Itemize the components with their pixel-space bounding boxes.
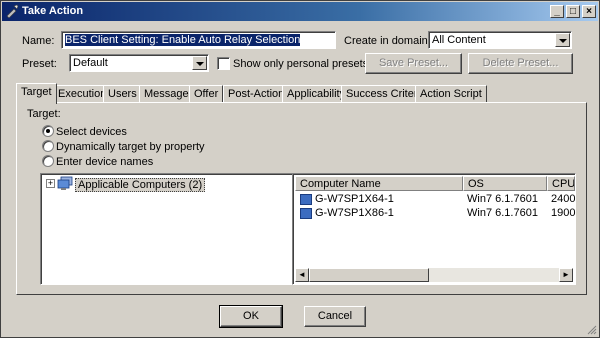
column-header-os[interactable]: OS <box>463 176 547 191</box>
target-panel: Target: Select devices Dynamically targe… <box>16 102 587 295</box>
scroll-left-button[interactable]: ◄ <box>295 268 309 282</box>
tab-users[interactable]: Users <box>103 85 142 103</box>
take-action-window: Take Action _ □ × Name: BES Client Setti… <box>0 0 600 338</box>
personal-presets-checkbox[interactable] <box>217 57 230 70</box>
computer-group-icon <box>57 176 73 190</box>
tab-applicability[interactable]: Applicability <box>282 85 351 103</box>
delete-preset-button[interactable]: Delete Preset... <box>468 53 573 74</box>
personal-presets-label: Show only personal presets <box>233 58 369 70</box>
tab-post-action[interactable]: Post-Action <box>223 85 290 103</box>
row-computer-name: G-W7SP1X86-1 <box>315 207 394 219</box>
tab-target[interactable]: Target <box>16 83 57 104</box>
name-value: BES Client Setting: Enable Auto Relay Se… <box>65 34 301 46</box>
computer-icon <box>300 194 312 205</box>
computer-list[interactable]: Computer Name OS CPU G-W7SP1X64-1 Win7 6… <box>292 173 576 285</box>
table-row[interactable]: G-W7SP1X64-1 Win7 6.1.7601 2400 <box>295 193 575 207</box>
resize-grip-icon[interactable] <box>587 325 597 335</box>
row-cpu: 1900 <box>551 207 576 219</box>
dropdown-arrow-icon[interactable] <box>555 33 570 47</box>
minimize-button[interactable]: _ <box>550 5 564 18</box>
name-label: Name: <box>22 35 55 47</box>
radio-select-devices[interactable] <box>42 125 54 137</box>
dropdown-arrow-icon[interactable] <box>192 56 207 70</box>
row-cpu: 2400 <box>551 193 576 205</box>
computer-group-tree[interactable]: + Applicable Computers (2) <box>40 173 304 285</box>
radio-dynamic-target-label: Dynamically target by property <box>56 141 205 153</box>
row-computer-name: G-W7SP1X64-1 <box>315 193 394 205</box>
row-os: Win7 6.1.7601 <box>467 193 538 205</box>
tree-root-label[interactable]: Applicable Computers (2) <box>75 178 206 192</box>
preset-select[interactable]: Default <box>69 54 209 72</box>
name-field[interactable]: BES Client Setting: Enable Auto Relay Se… <box>61 31 336 49</box>
horizontal-scrollbar[interactable]: ◄ ► <box>295 268 573 282</box>
domain-value: All Content <box>432 34 486 46</box>
radio-enter-names-label: Enter device names <box>56 156 154 168</box>
preset-label: Preset: <box>22 58 57 70</box>
tab-offer[interactable]: Offer <box>189 85 224 103</box>
cancel-button[interactable]: Cancel <box>304 306 366 327</box>
app-icon <box>6 4 19 18</box>
close-button[interactable]: × <box>582 5 596 18</box>
radio-select-devices-label: Select devices <box>56 126 127 138</box>
title-bar[interactable]: Take Action _ □ × <box>2 2 598 21</box>
maximize-button[interactable]: □ <box>566 5 580 18</box>
preset-value: Default <box>73 57 108 69</box>
tree-expander[interactable]: + <box>46 179 55 188</box>
row-os: Win7 6.1.7601 <box>467 207 538 219</box>
ok-button[interactable]: OK <box>219 305 283 328</box>
radio-dynamic-target[interactable] <box>42 140 54 152</box>
domain-select[interactable]: All Content <box>428 31 572 49</box>
scroll-right-button[interactable]: ► <box>559 268 573 282</box>
column-header-computer-name[interactable]: Computer Name <box>295 176 463 191</box>
radio-enter-names[interactable] <box>42 155 54 167</box>
computer-icon <box>300 208 312 219</box>
scroll-thumb[interactable] <box>309 268 429 282</box>
table-row[interactable]: G-W7SP1X86-1 Win7 6.1.7601 1900 <box>295 207 575 221</box>
save-preset-button[interactable]: Save Preset... <box>365 53 462 74</box>
domain-label: Create in domain: <box>344 35 431 47</box>
window-title: Take Action <box>22 5 84 17</box>
target-heading: Target: <box>27 108 61 120</box>
tab-action-script[interactable]: Action Script <box>415 85 487 103</box>
column-header-cpu[interactable]: CPU <box>547 176 575 191</box>
